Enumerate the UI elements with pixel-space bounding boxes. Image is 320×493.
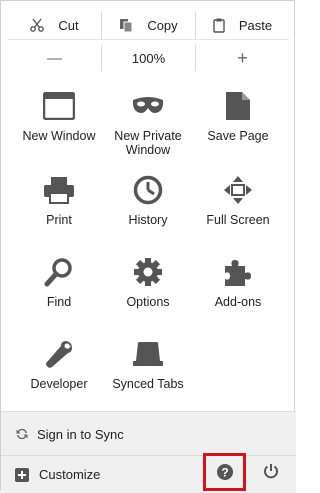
paste-icon xyxy=(213,18,225,33)
save-page-icon xyxy=(225,87,251,125)
menu-item-label: Synced Tabs xyxy=(112,377,184,391)
wrench-icon xyxy=(44,335,74,373)
new-window-button[interactable]: New Window xyxy=(10,87,108,143)
power-icon xyxy=(263,463,279,479)
zoom-level: 100% xyxy=(131,50,166,66)
copy-label: Copy xyxy=(147,17,178,33)
menu-item-label: New Window xyxy=(22,129,96,143)
options-button[interactable]: Options xyxy=(99,253,197,309)
menu-item-label: Full Screen xyxy=(206,213,270,227)
sync-icon xyxy=(15,427,29,441)
help-icon: ? xyxy=(216,464,233,480)
scissors-icon xyxy=(30,18,45,32)
full-screen-button[interactable]: Full Screen xyxy=(189,171,287,227)
zoom-out-label: — xyxy=(47,49,62,67)
zoom-in-label: + xyxy=(237,47,248,68)
sync-label: Sign in to Sync xyxy=(37,426,124,442)
menu-item-label: History xyxy=(128,213,168,227)
customize-button[interactable]: Customize xyxy=(15,467,100,482)
new-window-icon xyxy=(43,87,75,125)
svg-text:?: ? xyxy=(221,465,228,479)
add-ons-button[interactable]: Add-ons xyxy=(189,253,287,309)
paste-label: Paste xyxy=(238,17,273,33)
zoom-reset-button[interactable]: 100% xyxy=(101,45,195,71)
new-private-window-button[interactable]: New Private Window xyxy=(99,87,197,157)
copy-icon xyxy=(119,18,133,33)
save-page-button[interactable]: Save Page xyxy=(189,87,287,143)
synced-tabs-icon xyxy=(131,335,165,373)
cut-label: Cut xyxy=(58,17,79,33)
synced-tabs-button[interactable]: Synced Tabs xyxy=(99,335,197,391)
developer-button[interactable]: Developer xyxy=(10,335,108,391)
zoom-controls: — 100% + xyxy=(8,45,289,71)
puzzle-icon xyxy=(222,253,254,291)
menu-item-label: Save Page xyxy=(207,129,269,143)
menu-item-label: Developer xyxy=(30,377,88,391)
zoom-in-button[interactable]: + xyxy=(195,45,289,71)
mask-icon xyxy=(131,87,165,125)
divider xyxy=(8,39,289,40)
help-button[interactable]: ? xyxy=(203,453,246,491)
menu-item-label: Find xyxy=(46,295,72,309)
print-button[interactable]: Print xyxy=(10,171,108,227)
menu-item-label: Print xyxy=(46,213,72,227)
magnifier-icon xyxy=(44,253,74,291)
find-button[interactable]: Find xyxy=(10,253,108,309)
fullscreen-icon xyxy=(223,171,253,209)
menu-item-label: Add-ons xyxy=(214,295,262,309)
customize-footer: Customize xyxy=(1,455,296,493)
menu-item-label: New Private Window xyxy=(114,129,182,157)
sync-footer[interactable]: Sign in to Sync xyxy=(1,411,296,456)
history-button[interactable]: History xyxy=(99,171,197,227)
gear-icon xyxy=(133,253,163,291)
cut-button[interactable]: Cut xyxy=(8,11,101,39)
menu-item-label: Options xyxy=(126,295,170,309)
plus-icon xyxy=(15,467,29,482)
copy-button[interactable]: Copy xyxy=(101,11,195,39)
firefox-menu-panel: Cut Copy Paste — 100% + New Window New P… xyxy=(0,0,296,493)
customize-label: Customize xyxy=(39,467,101,482)
edit-controls: Cut Copy Paste xyxy=(8,11,289,39)
paste-button[interactable]: Paste xyxy=(195,11,289,39)
quit-button[interactable] xyxy=(263,463,279,479)
clock-icon xyxy=(133,171,163,209)
printer-icon xyxy=(43,171,75,209)
zoom-out-button[interactable]: — xyxy=(8,45,101,71)
